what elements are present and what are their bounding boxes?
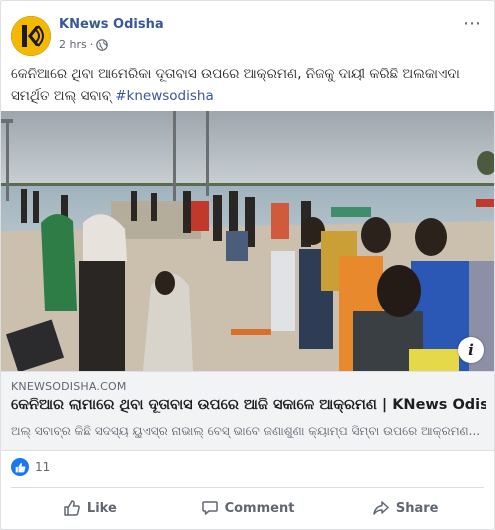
share-label: Share xyxy=(395,500,439,516)
harbor-crowd-photo xyxy=(1,111,494,371)
actions-divider xyxy=(11,487,484,488)
post-time[interactable]: 2 hrs xyxy=(59,38,87,51)
reactions-summary[interactable]: 11 xyxy=(11,457,50,477)
like-button[interactable]: Like xyxy=(11,491,169,525)
post-image[interactable]: i xyxy=(1,111,494,371)
post-actions: Like Comment Share xyxy=(11,491,484,525)
thumbs-up-icon xyxy=(64,500,80,516)
post-message-text: କେନିଆରେ ଥିବା ଆମେରିକା ଦୂତାବାସ ଉପରେ ଆକ୍ରମଣ… xyxy=(11,66,460,104)
knews-logo-icon xyxy=(11,16,51,56)
post-message: କେନିଆରେ ଥିବା ଆମେରିକା ଦୂତାବାସ ଉପରେ ଆକ୍ରମଣ… xyxy=(11,63,486,107)
link-title[interactable]: କେନିଆର ଲାମାରେ ଥିବା ଦୂତାବାସ ଉପରେ ଆଜି ସକାଳ… xyxy=(11,397,486,413)
reaction-count: 11 xyxy=(35,460,51,474)
post-meta: 2 hrs · xyxy=(59,38,109,51)
link-domain: KNEWSODISHA.COM xyxy=(11,380,127,393)
more-options-icon[interactable]: ⋯ xyxy=(463,13,482,34)
comment-label: Comment xyxy=(224,500,295,516)
info-button[interactable]: i xyxy=(458,337,484,363)
post-header: KNews Odisha 2 hrs · ⋯ xyxy=(11,13,484,57)
link-preview[interactable]: KNEWSODISHA.COM କେନିଆର ଲାମାରେ ଥିବା ଦୂତାବ… xyxy=(1,371,494,451)
page-name-link[interactable]: KNews Odisha xyxy=(59,17,164,32)
page-avatar[interactable] xyxy=(11,16,51,56)
comment-button[interactable]: Comment xyxy=(169,491,327,525)
post-card: KNews Odisha 2 hrs · ⋯ କେନିଆରେ ଥିବା ଆମେର… xyxy=(0,0,495,530)
share-arrow-icon xyxy=(373,501,389,515)
comment-icon xyxy=(201,501,218,515)
like-label: Like xyxy=(86,500,117,516)
meta-separator: · xyxy=(89,38,94,51)
hashtag-link[interactable]: #knewsodisha xyxy=(115,88,214,104)
link-description: ଅଲ୍ ସବାବ୍‌ର କିଛି ସଦସ୍ୟ ୟୁଏସ୍‌ର ନାଭାଲ୍ ବେ… xyxy=(11,424,481,438)
globe-icon xyxy=(96,38,109,51)
like-reaction-icon xyxy=(11,458,29,476)
share-button[interactable]: Share xyxy=(326,491,484,525)
